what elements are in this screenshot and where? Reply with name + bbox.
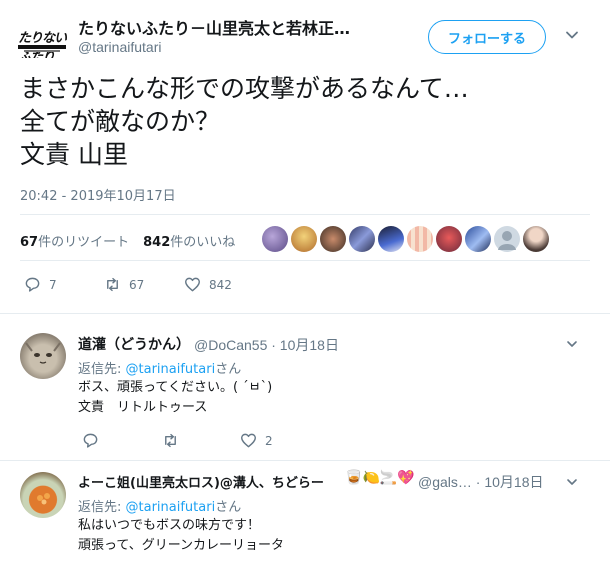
tweet-text: まさかこんな形での攻撃があるなんて… 全てが敵なのか？ 文責 山里 [20, 72, 469, 171]
liker-avatar[interactable] [407, 226, 433, 252]
like-action[interactable]: 2 [240, 432, 273, 449]
reply-to-prefix: 返信先: [78, 362, 126, 377]
reply-text: 私はいつでもボスの味方です！ 頑張って、グリーンカレーリョータ [78, 516, 284, 556]
reply-to-handle-link[interactable]: @tarinaifutari [126, 500, 216, 515]
liker-avatar[interactable] [523, 226, 549, 252]
reply-to-prefix: 返信先: [78, 500, 126, 515]
chevron-down-icon[interactable] [565, 28, 579, 42]
like-count-action: 842 [209, 277, 232, 292]
divider [20, 214, 590, 215]
reply-action[interactable] [82, 432, 99, 449]
cat-avatar-icon [25, 342, 61, 364]
reply-meta[interactable]: @gals… · 10月18日 [418, 472, 543, 492]
reply-to: 返信先: @tarinaifutariさん [78, 496, 241, 515]
retweet-action[interactable]: 67 [104, 276, 144, 293]
likes-link[interactable]: 842件のいいね [143, 235, 235, 250]
liker-avatar[interactable] [262, 226, 288, 252]
divider [0, 313, 610, 314]
reply-to-suffix: さん [215, 362, 242, 377]
reply-avatar[interactable] [20, 333, 66, 379]
like-count: 842 [143, 235, 171, 250]
reply-text-line: 頑張って、グリーンカレーリョータ [78, 538, 285, 553]
retweet-count-action: 67 [129, 277, 145, 292]
liker-avatar[interactable] [378, 226, 404, 252]
liker-avatar[interactable] [494, 226, 520, 252]
liker-avatar[interactable] [465, 226, 491, 252]
reply-text-line: ボス、頑張ってください。( ´ㅂ`) [78, 380, 273, 395]
account-logo[interactable]: たりないふたり [14, 18, 70, 58]
liker-avatar[interactable] [320, 226, 346, 252]
heart-icon [184, 277, 201, 292]
tweet-text-line: 文責 山里 [20, 140, 128, 169]
tweet-timestamp[interactable]: 20:42 - 2019年10月17日 [20, 185, 176, 204]
reply-text: ボス、頑張ってください。( ´ㅂ`) 文責 リトルトゥース [78, 378, 272, 418]
reply-action[interactable]: 7 [24, 276, 57, 293]
liker-avatar[interactable] [291, 226, 317, 252]
reply-icon [25, 277, 40, 292]
default-avatar-icon [498, 231, 516, 250]
reply-to-suffix: さん [215, 500, 242, 515]
retweets-link[interactable]: 67件のリツイート [20, 235, 129, 250]
chevron-down-icon[interactable] [566, 338, 578, 350]
divider [20, 260, 590, 261]
like-label: 件のいいね [170, 235, 236, 250]
emoji-set: 🥃🍋🚬💖 [345, 470, 415, 486]
follow-button[interactable]: フォローする [428, 20, 546, 54]
tweet-text-line: まさかこんな形での攻撃があるなんて… [20, 74, 469, 103]
liker-avatar[interactable] [349, 226, 375, 252]
chevron-down-icon[interactable] [566, 476, 578, 488]
reply-count: 7 [49, 277, 57, 292]
lemon-icon: 🍋 [362, 470, 380, 486]
heart-icon: 💖 [397, 470, 415, 486]
tweet-stats: 67件のリツイート 842件のいいね [20, 231, 235, 250]
retweet-icon [107, 277, 118, 292]
reply-to-handle-link[interactable]: @tarinaifutari [126, 362, 216, 377]
heart-icon [240, 433, 257, 448]
reply-icon [83, 433, 98, 448]
reply-meta[interactable]: @DoCan55 · 10月18日 [194, 335, 339, 355]
reply-text-line: 私はいつでもボスの味方です！ [78, 518, 261, 533]
retweet-icon [165, 433, 176, 448]
tweet-text-line: 全てが敵なのか？ [20, 107, 221, 136]
main-handle[interactable]: @tarinaifutari [78, 39, 161, 55]
like-action[interactable]: 842 [184, 276, 232, 293]
reply-display-name[interactable]: 道灌（どうかん） [78, 334, 190, 354]
retweet-action[interactable] [162, 432, 179, 449]
reply-avatar[interactable] [20, 472, 66, 518]
liker-avatar[interactable] [436, 226, 462, 252]
reply-text-line: 文責 リトルトゥース [78, 400, 208, 415]
reply-display-name[interactable]: よーこ姐(山里亮太ロス)@溝人、ちどらー [78, 472, 324, 491]
like-count-action: 2 [265, 433, 273, 448]
retweet-count: 67 [20, 235, 39, 250]
retweet-label: 件のリツイート [38, 235, 130, 250]
drink-icon: 🥃 [345, 470, 363, 486]
divider [0, 460, 610, 461]
cigarette-icon: 🚬 [379, 470, 398, 486]
main-display-name[interactable]: たりないふたり－山里亮太と若林正… [78, 15, 350, 39]
food-avatar-icon [37, 493, 50, 505]
reply-to: 返信先: @tarinaifutariさん [78, 358, 241, 377]
logo-text: たりないふたり [18, 31, 67, 58]
